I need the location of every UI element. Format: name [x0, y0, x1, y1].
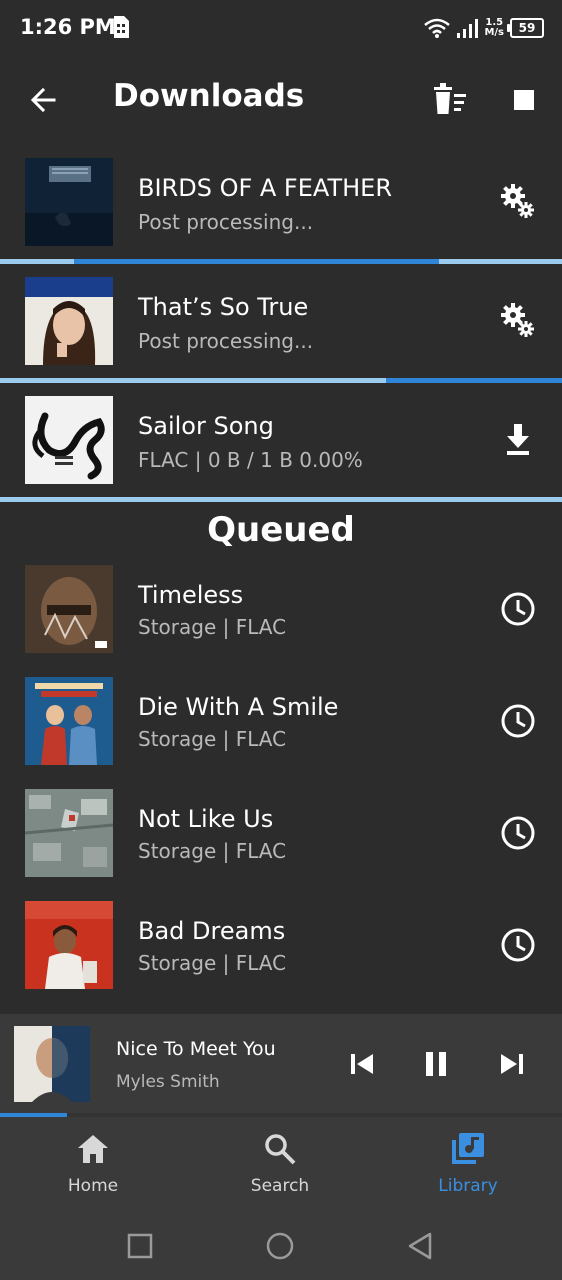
playback-progress[interactable]	[0, 1113, 562, 1117]
download-progress	[0, 259, 562, 264]
now-playing-title: Nice To Meet You	[116, 1038, 276, 1060]
queued-title: Die With A Smile	[138, 693, 339, 721]
status-bar: 1:26 PM 1.5 M/s 59	[0, 0, 562, 58]
queued-subtitle: Storage | FLAC	[138, 615, 287, 639]
download-progress-fill	[74, 259, 439, 264]
nav-search[interactable]: Search	[210, 1132, 350, 1196]
queued-item[interactable]: Die With A Smile Storage | FLAC	[0, 677, 562, 789]
download-progress	[0, 378, 562, 383]
queued-title: Timeless	[138, 581, 244, 609]
library-music-icon	[452, 1133, 484, 1164]
download-progress	[0, 497, 562, 502]
stop-button[interactable]	[512, 88, 536, 112]
status-time: 1:26 PM	[20, 15, 116, 39]
network-speed: 1.5 M/s	[484, 17, 504, 38]
album-art-thats-so-true	[25, 277, 113, 365]
playback-progress-fill	[0, 1113, 67, 1117]
battery-indicator: 59	[507, 18, 544, 38]
skip-next-icon[interactable]	[494, 1046, 530, 1082]
home-icon	[78, 1135, 108, 1163]
queued-item[interactable]: Timeless Storage | FLAC	[0, 565, 562, 677]
recents-icon[interactable]	[124, 1230, 156, 1262]
clear-list-icon[interactable]	[428, 80, 472, 120]
arrow-back-icon[interactable]	[24, 80, 64, 120]
album-art-sailor-song	[25, 396, 113, 484]
queued-title: Bad Dreams	[138, 917, 286, 945]
back-triangle-icon[interactable]	[404, 1230, 436, 1262]
stop-icon	[514, 90, 534, 110]
album-art-birds-of-a-feather	[25, 158, 113, 246]
clock-icon	[501, 928, 535, 962]
album-art-not-like-us	[25, 789, 113, 877]
queued-item[interactable]: Bad Dreams Storage | FLAC	[0, 901, 562, 1013]
album-art-timeless	[25, 565, 113, 653]
signal-icon	[457, 19, 479, 38]
album-art-die-with-a-smile	[25, 677, 113, 765]
page-title: Downloads	[113, 78, 305, 114]
album-art-nice-to-meet-you	[14, 1026, 90, 1102]
app-bar: Downloads	[0, 58, 562, 142]
now-playing-artist: Myles Smith	[116, 1072, 220, 1092]
download-title: Sailor Song	[138, 412, 274, 440]
queued-item[interactable]: Not Like Us Storage | FLAC	[0, 789, 562, 901]
mini-player[interactable]: Nice To Meet You Myles Smith	[0, 1014, 562, 1118]
wifi-icon	[424, 18, 451, 38]
clock-icon	[501, 704, 535, 738]
nav-library[interactable]: Library	[398, 1132, 538, 1196]
pause-icon[interactable]	[418, 1046, 454, 1082]
download-progress-fill	[386, 378, 562, 383]
settings-gears-icon[interactable]	[497, 180, 539, 222]
search-icon	[265, 1134, 296, 1165]
nav-home[interactable]: Home	[23, 1132, 163, 1196]
download-status: Post processing...	[138, 329, 314, 353]
queued-subtitle: Storage | FLAC	[138, 727, 287, 751]
home-circle-icon[interactable]	[264, 1230, 296, 1262]
bottom-navigation: Home Search Library	[0, 1118, 562, 1214]
clock-icon	[501, 592, 535, 626]
clock-icon	[501, 816, 535, 850]
queued-subtitle: Storage | FLAC	[138, 839, 287, 863]
queued-title: Not Like Us	[138, 805, 274, 833]
album-art-bad-dreams	[25, 901, 113, 989]
queued-subtitle: Storage | FLAC	[138, 951, 287, 975]
nav-label: Search	[250, 1176, 310, 1196]
queued-heading: Queued	[207, 510, 355, 550]
system-navigation	[0, 1214, 562, 1280]
download-title: BIRDS OF A FEATHER	[138, 174, 393, 202]
download-icon[interactable]	[497, 418, 539, 460]
download-status: FLAC | 0 B / 1 B 0.00%	[138, 448, 363, 472]
nav-label: Home	[67, 1176, 119, 1196]
sim-card-icon	[114, 16, 129, 38]
download-status: Post processing...	[138, 210, 314, 234]
nav-label: Library	[438, 1176, 498, 1196]
download-title: That’s So True	[138, 293, 309, 321]
settings-gears-icon[interactable]	[497, 299, 539, 341]
skip-previous-icon[interactable]	[344, 1046, 380, 1082]
